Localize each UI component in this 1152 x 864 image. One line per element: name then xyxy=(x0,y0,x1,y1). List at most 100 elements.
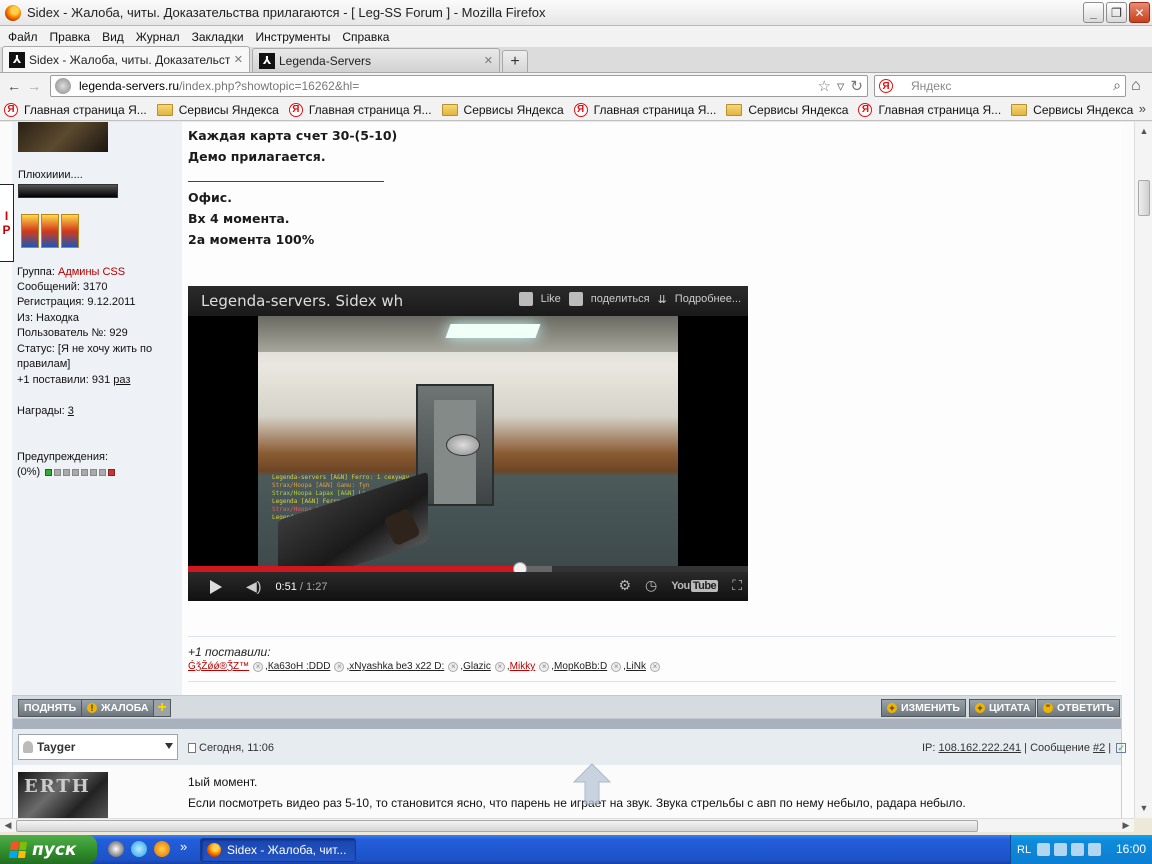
bookmark-star-icon[interactable]: ☆ xyxy=(817,77,830,95)
menu-view[interactable]: Вид xyxy=(96,30,130,44)
like-button[interactable]: Like xyxy=(541,293,561,305)
tab-legenda-servers[interactable]: ⅄ Legenda-Servers ✕ xyxy=(252,48,500,72)
remove-plus-icon[interactable]: × xyxy=(539,661,550,672)
quicklaunch-more-icon[interactable]: » xyxy=(180,839,187,854)
post2-permalink[interactable]: #2 xyxy=(1093,742,1105,754)
url-bar[interactable]: legenda-servers.ru/index.php?showtopic=1… xyxy=(50,75,868,97)
report-button[interactable]: ! ЖАЛОБА xyxy=(81,699,155,717)
menu-history[interactable]: Журнал xyxy=(130,30,186,44)
search-icon[interactable]: ⌕ xyxy=(1113,77,1121,94)
more-info-button[interactable]: Подробнее... xyxy=(675,293,741,305)
bookmark-yandex-home[interactable]: Я Главная страница Я... xyxy=(858,102,1001,117)
menu-file[interactable]: Файл xyxy=(2,30,44,44)
language-indicator[interactable]: RL xyxy=(1017,844,1031,856)
video-title[interactable]: Legenda-servers. Sidex wh xyxy=(201,292,403,310)
quicklaunch-skype-icon[interactable] xyxy=(131,841,147,857)
plus-user-link[interactable]: МорКоВb:D xyxy=(554,661,607,672)
scroll-to-top-arrow-icon[interactable] xyxy=(572,762,612,806)
tab-sidex[interactable]: ⅄ Sidex - Жалоба, читы. Доказательств...… xyxy=(2,46,250,72)
volume-icon[interactable]: ◀) xyxy=(246,578,261,595)
avatar[interactable] xyxy=(18,122,108,152)
plus-user-link[interactable]: ǴǯŽǿǿ®ǮZ™ xyxy=(188,661,249,672)
fullscreen-icon[interactable]: ⛶ xyxy=(732,577,742,594)
window-titlebar[interactable]: Sidex - Жалоба, читы. Доказательства при… xyxy=(0,0,1152,26)
vertical-scroll-thumb[interactable] xyxy=(1138,180,1150,216)
tab-close-icon[interactable]: ✕ xyxy=(234,53,243,66)
bookmark-yandex-services[interactable]: Сервисы Яндекса xyxy=(441,103,564,117)
scroll-down-icon[interactable]: ▼ xyxy=(1138,802,1150,814)
remove-plus-icon[interactable]: × xyxy=(253,661,264,672)
menu-bookmarks[interactable]: Закладки xyxy=(186,30,250,44)
more-info-icon[interactable]: ⇊ xyxy=(658,293,667,306)
scroll-left-icon[interactable]: ◀ xyxy=(2,819,14,831)
reload-icon[interactable]: ↻ xyxy=(850,77,863,95)
like-icon[interactable] xyxy=(518,292,533,306)
plus-user-link[interactable]: Mikky xyxy=(510,661,536,672)
awards-link[interactable]: 3 xyxy=(68,405,74,417)
remove-plus-icon[interactable]: × xyxy=(494,661,505,672)
remove-plus-icon[interactable]: × xyxy=(448,661,459,672)
warning-decrease-icon[interactable] xyxy=(45,468,53,476)
horizontal-scroll-thumb[interactable] xyxy=(16,820,978,832)
vertical-scrollbar[interactable]: ▲ ▼ xyxy=(1134,122,1152,818)
start-button[interactable]: пуск xyxy=(0,835,97,864)
remove-plus-icon[interactable]: × xyxy=(334,661,345,672)
search-bar[interactable]: Я Яндекс ⌕ xyxy=(874,75,1126,97)
remove-plus-icon[interactable]: × xyxy=(611,661,622,672)
close-window-button[interactable]: ✕ xyxy=(1129,2,1150,23)
video-frame[interactable]: Legenda-servers [A&N] Ferro: 1 секунду St… xyxy=(258,316,678,566)
quicklaunch-steam-icon[interactable] xyxy=(108,841,124,857)
select-post-checkbox[interactable]: ✓ xyxy=(1116,743,1127,754)
plus-user-link[interactable]: Glazic xyxy=(463,661,491,672)
new-tab-button[interactable]: + xyxy=(502,50,528,72)
post2-ip-link[interactable]: 108.162.222.241 xyxy=(939,742,1022,754)
reply-button[interactable]: " ОТВЕТИТЬ xyxy=(1037,699,1121,717)
tray-tools-icon[interactable] xyxy=(1071,843,1085,856)
tab-close-icon[interactable]: ✕ xyxy=(484,54,493,67)
play-icon[interactable] xyxy=(210,579,222,594)
bookmark-yandex-home[interactable]: Я Главная страница Я... xyxy=(573,102,716,117)
bookmark-yandex-home[interactable]: Я Главная страница Я... xyxy=(288,102,432,117)
plus-user-link[interactable]: xNyashka be3 x22 D: xyxy=(349,661,444,672)
warning-increase-icon[interactable] xyxy=(108,468,116,476)
quote-button[interactable]: + ЦИТАТА xyxy=(969,699,1037,717)
home-icon[interactable]: ⌂ xyxy=(1131,77,1141,95)
share-button[interactable]: поделиться xyxy=(591,293,650,305)
watch-later-clock-icon[interactable]: ◷ xyxy=(645,577,657,594)
back-icon[interactable]: ← xyxy=(4,78,24,94)
avatar[interactable]: ERTH xyxy=(18,772,108,818)
site-identity-icon[interactable] xyxy=(55,78,71,94)
yandex-engine-icon[interactable]: Я xyxy=(879,79,893,93)
taskbar-firefox-window[interactable]: Sidex - Жалоба, чит... xyxy=(200,838,356,862)
minimize-button[interactable]: _ xyxy=(1083,2,1104,23)
bookmark-yandex-services[interactable]: Сервисы Яндекса xyxy=(726,103,848,117)
menu-edit[interactable]: Правка xyxy=(44,30,97,44)
post2-username-dropdown[interactable]: Tayger xyxy=(18,734,178,760)
remove-plus-icon[interactable]: × xyxy=(649,661,660,672)
bookmark-yandex-services[interactable]: Сервисы Яндекса xyxy=(1011,103,1133,117)
bump-button[interactable]: ПОДНЯТЬ xyxy=(18,699,83,717)
add-plus-button[interactable]: + xyxy=(153,699,171,717)
maximize-button[interactable]: ❐ xyxy=(1106,2,1127,23)
plus-user-link[interactable]: Ка63оН :DDD xyxy=(268,661,331,672)
tray-back-icon[interactable] xyxy=(1037,843,1051,856)
bookmark-yandex-home[interactable]: Я Главная страница Я... xyxy=(4,102,147,117)
scroll-up-icon[interactable]: ▲ xyxy=(1138,125,1150,137)
video-player[interactable]: Legenda-servers. Sidex wh Like поделитьс… xyxy=(188,286,748,601)
quicklaunch-firefox-icon[interactable] xyxy=(154,841,170,857)
bookmark-yandex-services[interactable]: Сервисы Яндекса xyxy=(156,103,279,117)
youtube-logo[interactable]: You Tube xyxy=(671,579,719,592)
dislike-icon[interactable] xyxy=(568,292,583,306)
plus-user-link[interactable]: LiNk xyxy=(626,661,646,672)
menu-help[interactable]: Справка xyxy=(336,30,395,44)
tray-network-icon[interactable] xyxy=(1054,843,1068,856)
forward-icon[interactable]: → xyxy=(24,78,44,94)
settings-gear-icon[interactable]: ⚙ xyxy=(618,577,631,594)
dropdown-chevron-icon[interactable]: ▿ xyxy=(837,77,845,95)
bookmarks-overflow-icon[interactable]: » xyxy=(1139,101,1146,116)
tray-volume-icon[interactable] xyxy=(1088,843,1102,856)
horizontal-scrollbar[interactable]: ◀ ▶ xyxy=(0,818,1134,832)
edit-button[interactable]: + ИЗМЕНИТЬ xyxy=(881,699,966,717)
scroll-right-icon[interactable]: ▶ xyxy=(1120,819,1132,831)
plus-count-link[interactable]: раз xyxy=(113,374,130,386)
